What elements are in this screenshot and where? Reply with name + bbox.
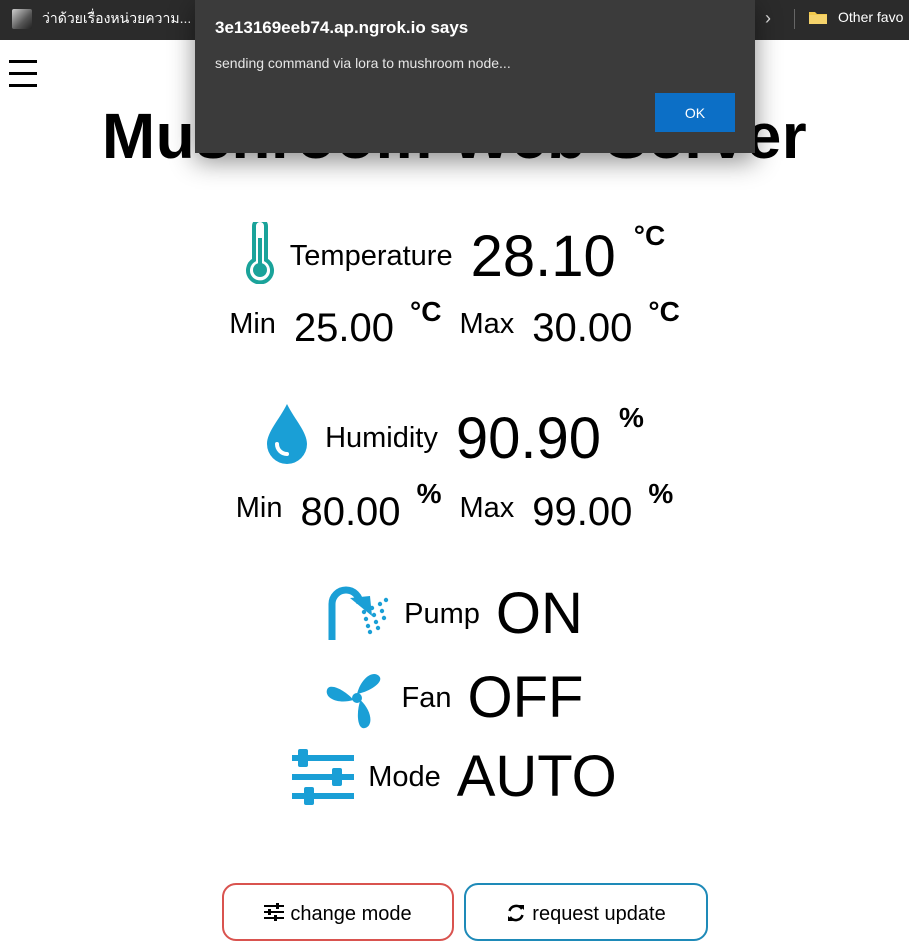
request-update-button[interactable]: request update — [464, 883, 708, 941]
sliders-icon — [292, 749, 355, 805]
humidity-min-label: Min — [235, 492, 283, 524]
humidity-min-unit: % — [416, 478, 442, 509]
pump-value: ON — [495, 581, 583, 646]
temperature-label: Temperature — [289, 240, 453, 272]
temperature-min-value: 25.00 — [293, 306, 395, 350]
temperature-min-max: Min 25.00 °C Max 30.00 °C — [0, 296, 909, 351]
temperature-max-unit: °C — [648, 296, 680, 327]
refresh-icon — [508, 904, 525, 922]
other-favorites-label: Other favo — [838, 9, 904, 25]
temperature-min-label: Min — [229, 308, 276, 340]
temperature-row: Temperature 28.10 °C — [0, 220, 909, 286]
favorite-link-label: ว่าด้วยเรื่องหน่วยความ... — [42, 10, 192, 26]
humidity-value: 90.90 — [455, 406, 602, 471]
fan-value: OFF — [467, 665, 584, 730]
ok-button[interactable]: OK — [655, 93, 735, 132]
thermometer-icon — [245, 222, 274, 284]
alert-title: 3e13169eeb74.ap.ngrok.io says — [215, 18, 469, 37]
water-drop-icon — [267, 404, 308, 464]
fan-status-row: Fan OFF — [0, 667, 909, 729]
temperature-min-unit: °C — [410, 296, 442, 327]
sliders-small-icon — [264, 903, 285, 921]
humidity-min-max: Min 80.00 % Max 99.00 % — [0, 478, 909, 535]
chevron-right-icon[interactable]: › — [765, 8, 771, 29]
humidity-label: Humidity — [325, 422, 438, 454]
mode-value: AUTO — [456, 744, 617, 809]
mode-status-row: Mode AUTO — [0, 748, 909, 806]
fan-icon — [326, 674, 380, 729]
temperature-unit: °C — [633, 220, 666, 251]
alert-message: sending command via lora to mushroom nod… — [215, 55, 511, 71]
humidity-max-value: 99.00 — [532, 490, 633, 534]
temperature-max-value: 30.00 — [532, 306, 633, 350]
temperature-max-label: Max — [459, 308, 515, 340]
request-update-label: request update — [532, 903, 666, 925]
pump-label: Pump — [404, 597, 480, 630]
mode-label: Mode — [368, 760, 441, 793]
humidity-max-unit: % — [648, 478, 674, 509]
menu-icon[interactable] — [9, 60, 37, 92]
humidity-row: Humidity 90.90 % — [0, 402, 909, 468]
shower-icon — [328, 586, 389, 640]
humidity-unit: % — [619, 402, 644, 433]
favorite-link[interactable]: ว่าด้วยเรื่องหน่วยความ... — [12, 8, 191, 30]
temperature-value: 28.10 — [470, 224, 616, 289]
other-favorites-folder[interactable]: Other favo — [808, 9, 903, 25]
divider — [794, 9, 795, 29]
humidity-max-label: Max — [459, 492, 515, 524]
fan-label: Fan — [401, 681, 452, 714]
change-mode-button[interactable]: change mode — [222, 883, 454, 941]
pump-status-row: Pump ON — [0, 585, 909, 643]
favorite-thumbnail-icon — [12, 9, 32, 29]
folder-icon — [809, 11, 827, 24]
change-mode-label: change mode — [290, 903, 412, 925]
alert-dialog: 3e13169eeb74.ap.ngrok.io says sending co… — [195, 0, 755, 153]
humidity-min-value: 80.00 — [300, 490, 401, 534]
